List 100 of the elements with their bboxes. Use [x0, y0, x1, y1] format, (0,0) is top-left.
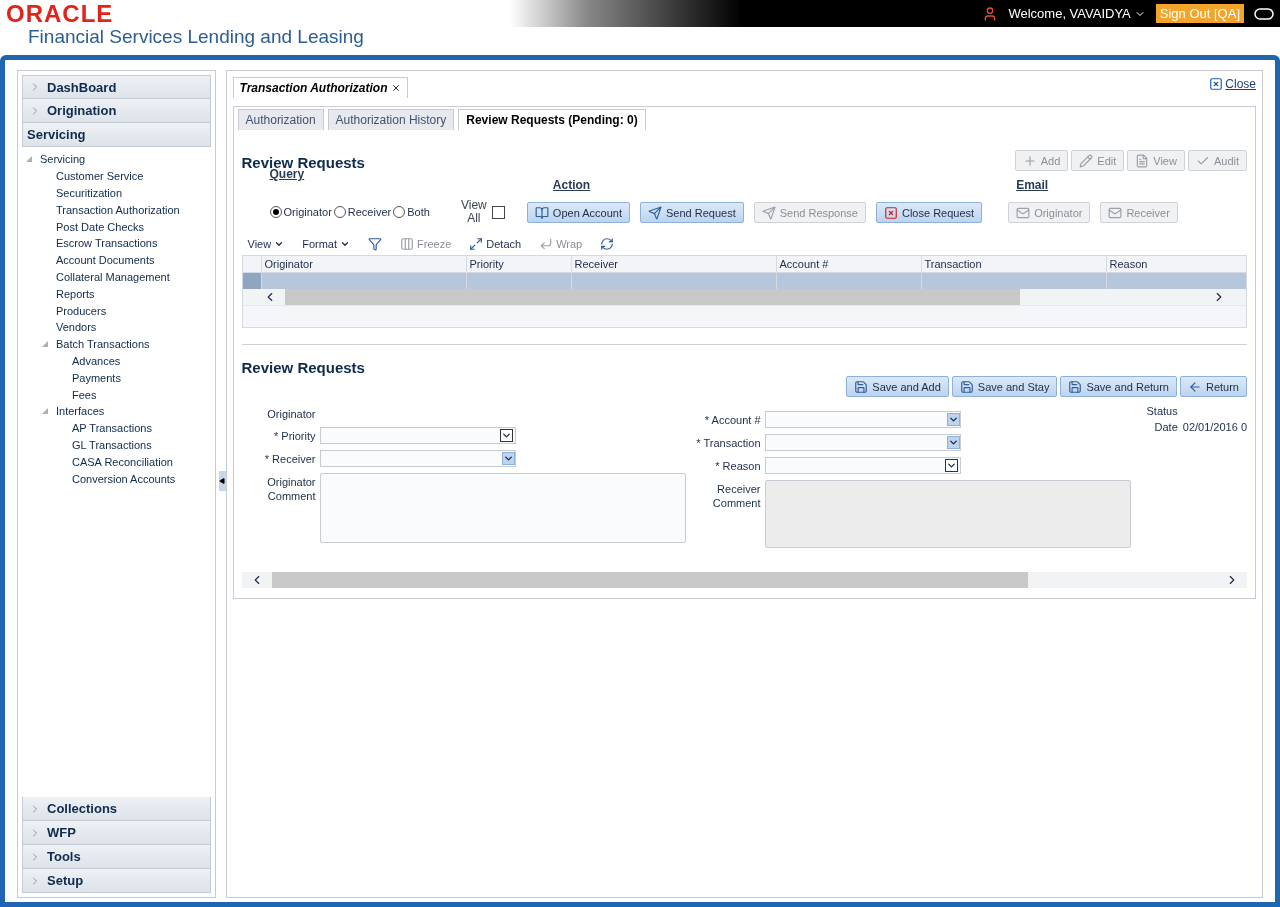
columns-icon — [400, 237, 414, 251]
section-header[interactable]: Setup — [22, 869, 211, 893]
expanded-icon[interactable] — [42, 408, 48, 415]
comment-field[interactable] — [319, 473, 686, 543]
action-button[interactable]: Close Request — [875, 202, 983, 223]
column-header[interactable]: Receiver — [570, 256, 776, 272]
tree-item[interactable]: Producers — [56, 304, 107, 317]
dropdown-icon — [947, 414, 959, 425]
tree-item[interactable]: Servicing — [40, 153, 86, 166]
horizontal-scrollbar[interactable] — [242, 289, 1246, 305]
send-icon — [761, 205, 776, 220]
action-button[interactable]: Send Request — [639, 202, 744, 223]
tab[interactable]: Review Requests (Pending: 0) — [458, 109, 646, 130]
tree-item[interactable]: Post Date Checks — [56, 220, 145, 233]
field-label: Originator Comment — [266, 475, 316, 503]
field-label: * Priority — [272, 429, 316, 443]
save-icon — [959, 379, 974, 394]
tab[interactable]: Authorization History — [327, 109, 455, 130]
save-icon — [1068, 379, 1083, 394]
page-tab[interactable]: Transaction Authorization — [232, 77, 408, 98]
section-header[interactable]: DashBoard — [22, 75, 211, 99]
tree-item[interactable]: Conversion Accounts — [72, 472, 176, 485]
radio-option[interactable]: Originator — [269, 206, 332, 218]
envelope-icon — [1108, 205, 1123, 220]
dropdown-icon — [947, 437, 959, 448]
group-heading: Action — [552, 178, 592, 192]
field-label: * Receiver — [263, 452, 316, 466]
close-icon — [1209, 77, 1224, 91]
lookup-field[interactable] — [764, 434, 961, 451]
view-all-label: View All — [459, 199, 488, 225]
section-header[interactable]: Collections — [22, 797, 211, 821]
lookup-field[interactable] — [764, 411, 961, 428]
tree-item[interactable]: CASA Reconciliation — [72, 455, 173, 468]
group-heading: Query — [269, 167, 305, 181]
menu-button[interactable]: Format — [298, 238, 354, 250]
tab[interactable]: Authorization — [237, 109, 324, 130]
tree-item[interactable]: Transaction Authorization — [56, 203, 180, 216]
field-label: * Account # — [703, 413, 761, 427]
column-header[interactable]: Reason — [1105, 256, 1246, 272]
tree-item[interactable]: Fees — [72, 388, 97, 401]
checkbox[interactable] — [491, 205, 505, 219]
tree-item[interactable]: Vendors — [56, 321, 97, 334]
caret-icon — [274, 239, 285, 249]
left-triangle-icon — [219, 478, 225, 484]
date-label: Date — [1153, 421, 1178, 433]
product-title: Financial Services Lending and Leasing — [27, 26, 364, 48]
save-button[interactable]: Save and Stay — [951, 376, 1058, 397]
menu-button[interactable]: View — [243, 238, 289, 250]
select-field[interactable] — [764, 457, 961, 474]
tree-item[interactable]: Payments — [72, 371, 121, 384]
tree-item[interactable]: GL Transactions — [72, 438, 152, 451]
expand-icon — [469, 237, 484, 251]
tree-item[interactable]: AP Transactions — [72, 422, 152, 435]
expanded-icon[interactable] — [26, 156, 32, 163]
horizontal-scrollbar[interactable] — [241, 572, 1247, 588]
close-link[interactable]: Close — [1209, 77, 1256, 91]
tree-item[interactable]: Escrow Transactions — [56, 237, 158, 250]
column-header[interactable]: Priority — [465, 256, 571, 272]
field-label: Originator — [266, 407, 316, 421]
lookup-field[interactable] — [319, 450, 516, 467]
refresh-icon — [600, 237, 615, 251]
column-header[interactable]: Transaction — [920, 256, 1106, 272]
tree-item[interactable]: Reports — [56, 287, 95, 300]
section-header[interactable]: WFP — [22, 821, 211, 845]
date-value: 02/01/2016 0 — [1182, 421, 1247, 433]
tree-item[interactable]: Securitization — [56, 187, 123, 199]
caret-icon — [340, 239, 350, 249]
section-header[interactable]: Servicing — [22, 123, 211, 147]
collapse-handle[interactable] — [218, 471, 226, 491]
close-icon[interactable] — [390, 83, 401, 93]
field-label: * Reason — [714, 459, 761, 473]
section-title: Review Requests — [241, 359, 366, 376]
tree-item[interactable]: Customer Service — [56, 170, 144, 183]
tree-item[interactable]: Interfaces — [56, 405, 105, 418]
dropdown-icon — [500, 430, 512, 441]
save-button[interactable]: Save and Return — [1060, 376, 1177, 397]
tree-item[interactable]: Account Documents — [56, 254, 155, 267]
radio-option[interactable]: Receiver — [333, 206, 392, 218]
filter-icon — [368, 237, 382, 251]
toolbar-button[interactable]: Detach — [465, 237, 526, 251]
tree-item[interactable]: Advances — [72, 354, 121, 367]
section-header[interactable]: Tools — [22, 845, 211, 869]
dropdown-icon — [502, 453, 514, 464]
envelope-icon — [1016, 205, 1031, 220]
send-icon — [647, 205, 662, 220]
select-field[interactable] — [319, 427, 516, 444]
expanded-icon[interactable] — [42, 341, 48, 348]
save-button[interactable]: Save and Add — [846, 376, 949, 397]
tree-item[interactable]: Collateral Management — [56, 270, 170, 283]
user-menu[interactable]: Welcome, VAVAIDYA — [1008, 6, 1146, 21]
brand-logo: ORACLE — [6, 2, 115, 26]
field-label: Receiver Comment — [711, 482, 761, 510]
save-button[interactable]: Return — [1179, 376, 1247, 397]
column-header[interactable]: Originator — [260, 256, 466, 272]
group-heading: Email — [1016, 178, 1050, 192]
action-button[interactable]: Open Account — [526, 202, 630, 223]
column-header[interactable]: Account # — [775, 256, 921, 272]
tree-item[interactable]: Batch Transactions — [56, 338, 150, 351]
radio-option[interactable]: Both — [393, 206, 430, 218]
section-header[interactable]: Origination — [22, 99, 211, 123]
